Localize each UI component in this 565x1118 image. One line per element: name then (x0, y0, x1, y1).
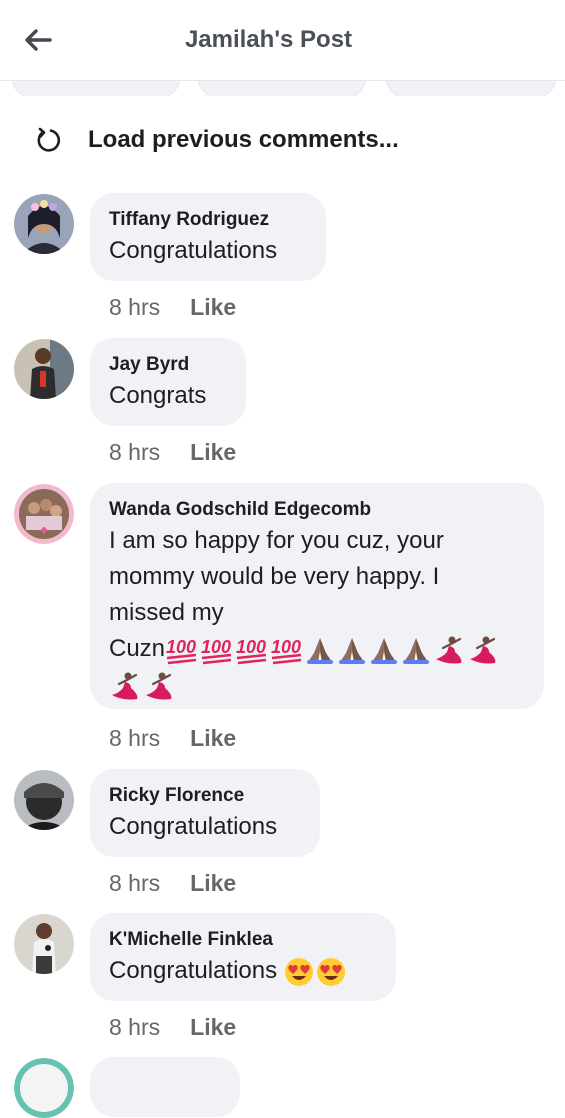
comment-bubble[interactable]: Ricky Florence Congratulations (90, 769, 320, 857)
comment-author[interactable]: Jay Byrd (109, 352, 226, 378)
comment-bubble[interactable]: Wanda Godschild Edgecomb I am so happy f… (90, 483, 544, 709)
folded-hands-emoji-icon (339, 637, 366, 664)
hundred-points-emoji-icon: 100 (236, 637, 267, 664)
avatar[interactable] (14, 194, 74, 254)
action-pill-left[interactable] (12, 80, 180, 96)
svg-text:100: 100 (271, 637, 301, 657)
comment-meta: 8 hrs Like (109, 439, 236, 466)
refresh-icon (37, 127, 61, 152)
comment-text-line-3: missed my (109, 599, 224, 626)
comment-text-cuzn: Cuzn (109, 635, 166, 662)
comment-author[interactable]: Wanda Godschild Edgecomb (109, 497, 524, 523)
comment-bubble[interactable]: Tiffany Rodriguez Congratulations (90, 193, 326, 281)
hundred-points-emoji-icon: 100 (166, 637, 197, 664)
profile-photo (14, 1058, 74, 1118)
comment-author[interactable]: Ricky Florence (109, 783, 300, 809)
comment-bubble[interactable]: Jay Byrd Congrats (90, 338, 246, 426)
comment-timestamp: 8 hrs (109, 1014, 161, 1040)
avatar[interactable] (14, 770, 74, 830)
action-pill-right[interactable] (386, 80, 556, 96)
comment-text-line-2: mommy would be very happy. I (109, 563, 440, 590)
svg-text:100: 100 (166, 637, 196, 657)
comment-text: Congratulations (109, 813, 278, 840)
profile-photo (14, 914, 74, 974)
woman-dancing-emoji-icon (470, 636, 496, 664)
page-title: Jamilah's Post (184, 26, 353, 53)
like-button[interactable]: Like (190, 439, 236, 466)
woman-dancing-emoji-icon (112, 672, 138, 700)
action-pill-middle[interactable] (198, 80, 366, 96)
comment-timestamp: 8 hrs (109, 294, 161, 320)
folded-hands-emoji-icon (403, 637, 430, 664)
comment-author[interactable]: Tiffany Rodriguez (109, 207, 306, 233)
svg-text:100: 100 (201, 637, 231, 657)
comment-text-line: Congratulations (109, 953, 376, 989)
hundred-points-emoji-icon: 100 (271, 637, 302, 664)
like-button[interactable]: Like (190, 294, 236, 321)
comment-meta: 8 hrs Like (109, 1014, 236, 1041)
comment-bubble[interactable]: K'Michelle Finklea Congratulations (90, 913, 396, 1001)
emoji-row (109, 671, 177, 700)
comment-timestamp: 8 hrs (109, 439, 161, 465)
woman-dancing-emoji-icon (146, 672, 172, 700)
emoji-row: 100 100 100 100 (165, 635, 501, 664)
comment-author[interactable]: K'Michelle Finklea (109, 927, 376, 953)
comment-text: Congratulations (109, 957, 278, 984)
top-bar: Jamilah's Post (0, 0, 565, 81)
emoji-row (284, 957, 348, 986)
profile-photo (14, 770, 74, 830)
comment-text-line-4: Cuzn 100 100 100 100 (109, 631, 524, 667)
folded-hands-emoji-icon (371, 637, 398, 664)
comment-meta: 8 hrs Like (109, 294, 236, 321)
like-button[interactable]: Like (190, 1014, 236, 1041)
load-previous-label: Load previous comments... (88, 126, 399, 153)
profile-photo (14, 484, 74, 544)
comment-timestamp: 8 hrs (109, 725, 161, 751)
heart-eyes-emoji-icon (316, 957, 345, 986)
next-comment-avatar[interactable] (14, 1058, 74, 1118)
folded-hands-emoji-icon (307, 637, 334, 664)
heart-eyes-emoji-icon (284, 957, 313, 986)
comment-meta: 8 hrs Like (109, 725, 236, 752)
comment-text: Congrats (109, 382, 207, 409)
profile-photo (14, 194, 74, 254)
next-comment-bubble[interactable] (90, 1057, 240, 1117)
profile-photo (14, 339, 74, 399)
like-button[interactable]: Like (190, 870, 236, 897)
svg-text:100: 100 (236, 637, 266, 657)
avatar[interactable] (14, 484, 74, 544)
avatar[interactable] (14, 339, 74, 399)
like-button[interactable]: Like (190, 725, 236, 752)
comment-text-line-1: I am so happy for you cuz, your (109, 527, 444, 554)
hundred-points-emoji-icon: 100 (201, 637, 232, 664)
comment-text-line-5 (109, 667, 524, 703)
woman-dancing-emoji-icon (436, 636, 462, 664)
comment-meta: 8 hrs Like (109, 870, 236, 897)
comment-text: Congratulations (109, 237, 278, 264)
avatar[interactable] (14, 914, 74, 974)
post-action-pills (0, 80, 565, 96)
comment-timestamp: 8 hrs (109, 870, 161, 896)
load-previous-comments[interactable]: Load previous comments... (34, 126, 399, 154)
